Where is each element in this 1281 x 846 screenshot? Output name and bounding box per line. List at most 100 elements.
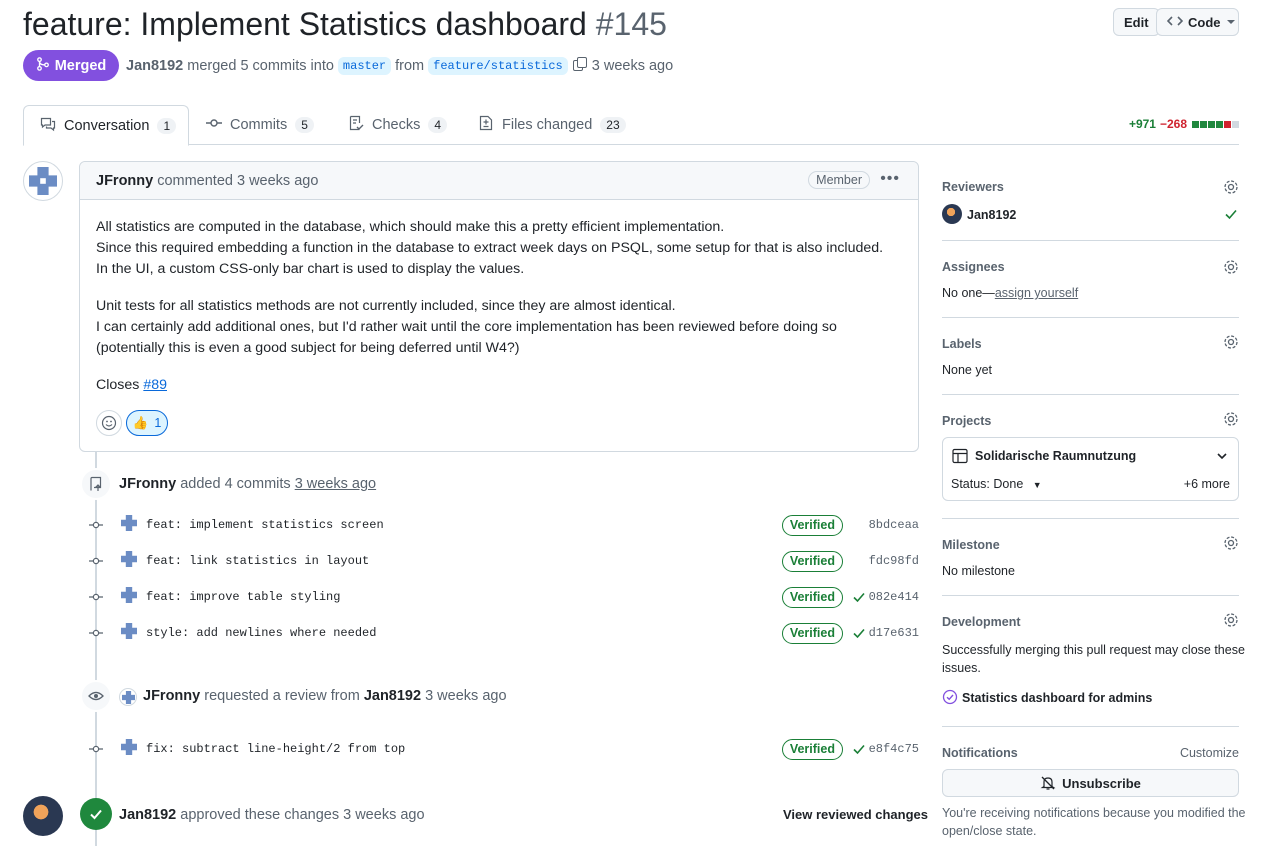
code-button[interactable]: Code	[1156, 8, 1239, 36]
comment-paragraph-2: Unit tests for all statistics methods ar…	[96, 296, 837, 359]
gear-icon[interactable]	[1223, 535, 1239, 551]
event-author[interactable]: JFronny	[143, 688, 200, 704]
commit-row[interactable]: fix: subtract line-height/2 from top Veri…	[86, 737, 919, 761]
comment-line: (potentially this is even a good subject…	[96, 340, 520, 356]
event-author[interactable]: JFronny	[119, 476, 176, 492]
unsubscribe-label: Unsubscribe	[1062, 775, 1141, 791]
comment-line: Since this required embedding a function…	[96, 240, 884, 256]
commit-sha[interactable]: d17e631	[869, 626, 919, 640]
chevron-down-icon[interactable]	[1216, 450, 1228, 462]
avatar-jan8192[interactable]	[23, 796, 63, 836]
edit-button[interactable]: Edit	[1113, 8, 1160, 36]
commit-sha[interactable]: 8bdceaa	[869, 518, 919, 532]
edit-button-label: Edit	[1124, 14, 1149, 30]
avatar-jfronny[interactable]	[23, 161, 63, 201]
gear-icon[interactable]	[1223, 334, 1239, 350]
git-merge-icon	[36, 56, 50, 75]
project-more-link[interactable]: +6 more	[1184, 477, 1230, 491]
event-author[interactable]: Jan8192	[119, 807, 176, 823]
avatar-jfronny-small[interactable]	[119, 688, 137, 706]
gear-icon[interactable]	[1223, 179, 1239, 195]
comment-author[interactable]: JFronny	[96, 173, 153, 189]
gear-icon[interactable]	[1223, 259, 1239, 275]
commit-author-avatar[interactable]	[121, 551, 137, 567]
tab-commits-count: 5	[295, 117, 314, 133]
eye-icon	[80, 680, 112, 712]
commit-message[interactable]: fix: subtract line-height/2 from top	[146, 742, 405, 756]
project-card[interactable]: Solidarische Raumnutzung Status: Done ▼ …	[942, 437, 1239, 501]
commit-author-avatar[interactable]	[121, 587, 137, 603]
tab-commits-label: Commits	[230, 117, 288, 133]
milestone-title[interactable]: Milestone	[942, 538, 1000, 552]
commit-sha[interactable]: 082e414	[869, 590, 919, 604]
reviewer-name[interactable]: Jan8192	[967, 208, 1016, 222]
commit-author-avatar[interactable]	[121, 623, 137, 639]
copy-icon[interactable]	[572, 56, 588, 76]
gear-icon[interactable]	[1223, 411, 1239, 427]
assignees-title[interactable]: Assignees	[942, 260, 1005, 274]
merger-link[interactable]: Jan8192	[126, 58, 183, 74]
development-title[interactable]: Development	[942, 615, 1021, 629]
verified-badge[interactable]: Verified	[781, 739, 843, 760]
from-text: from	[395, 58, 425, 74]
tab-conversation[interactable]: Conversation 1	[23, 105, 189, 146]
thumbs-up-reaction[interactable]: 👍 1	[126, 410, 168, 436]
linked-issue-link[interactable]: Statistics dashboard for admins	[962, 691, 1152, 705]
labels-title[interactable]: Labels	[942, 337, 982, 351]
gear-icon[interactable]	[1223, 612, 1239, 628]
verified-badge[interactable]: Verified	[781, 587, 843, 608]
commit-sha[interactable]: fdc98fd	[869, 554, 919, 568]
add-reaction-button[interactable]	[96, 410, 122, 436]
check-icon[interactable]	[851, 589, 867, 605]
commit-row[interactable]: feat: implement statistics screen Verifie…	[86, 513, 919, 537]
event-time-link[interactable]: 3 weeks ago	[295, 476, 376, 492]
sidebar-labels: Labels None yet	[942, 318, 1239, 395]
customize-link[interactable]: Customize	[1180, 746, 1239, 760]
sidebar-assignees: Assignees No one—assign yourself	[942, 241, 1239, 318]
commit-message[interactable]: feat: implement statistics screen	[146, 518, 384, 532]
sidebar-development: Development Successfully merging this pu…	[942, 596, 1245, 727]
commit-sha[interactable]: e8f4c75	[869, 742, 919, 756]
projects-title[interactable]: Projects	[942, 414, 991, 428]
unsubscribe-button[interactable]: Unsubscribe	[942, 769, 1239, 797]
tab-commits[interactable]: Commits 5	[190, 105, 330, 145]
verified-badge[interactable]: Verified	[781, 551, 843, 572]
merge-time: 3 weeks ago	[591, 58, 674, 74]
commit-message[interactable]: style: add newlines where needed	[146, 626, 376, 640]
commit-row[interactable]: feat: link statistics in layout Verified f…	[86, 549, 919, 573]
code-button-label: Code	[1188, 14, 1221, 30]
check-icon[interactable]	[851, 625, 867, 641]
commit-row[interactable]: style: add newlines where needed Verified…	[86, 621, 919, 645]
commit-message[interactable]: feat: link statistics in layout	[146, 554, 369, 568]
commit-row[interactable]: feat: improve table styling Verified 082e4…	[86, 585, 919, 609]
view-reviewed-changes-button[interactable]: View reviewed changes	[783, 807, 928, 822]
check-icon[interactable]	[851, 741, 867, 757]
verified-badge[interactable]: Verified	[781, 623, 843, 644]
pr-title-text: feature: Implement Statistics dashboard	[23, 6, 587, 42]
notifications-note-line: You're receiving notifications because y…	[942, 806, 1246, 820]
avatar-jan8192-small[interactable]	[942, 204, 962, 224]
commit-author-avatar[interactable]	[121, 515, 137, 531]
comment-line: All statistics are computed in the datab…	[96, 219, 725, 235]
commit-message[interactable]: feat: improve table styling	[146, 590, 340, 604]
comment-line: I can certainly add additional ones, but…	[96, 319, 837, 335]
project-status-label: Status: Done	[951, 477, 1024, 491]
commit-author-avatar[interactable]	[121, 739, 137, 755]
smiley-icon	[101, 415, 117, 431]
verified-badge[interactable]: Verified	[781, 515, 843, 536]
check-icon	[80, 798, 112, 830]
code-icon	[1166, 13, 1184, 32]
closes-issue-link[interactable]: #89	[143, 377, 167, 393]
tab-files-changed[interactable]: Files changed 23	[462, 105, 642, 145]
event-reviewer[interactable]: Jan8192	[364, 688, 421, 704]
head-branch[interactable]: feature/statistics	[428, 57, 568, 75]
project-name[interactable]: Solidarische Raumnutzung	[975, 449, 1136, 463]
caret-down-icon: ▼	[1032, 480, 1042, 490]
reviewers-title[interactable]: Reviewers	[942, 180, 1004, 194]
notifications-title: Notifications	[942, 746, 1018, 760]
tab-checks[interactable]: Checks 4	[332, 105, 463, 145]
assign-yourself-link[interactable]: assign yourself	[995, 286, 1078, 300]
kebab-menu-icon[interactable]: •••	[880, 170, 900, 188]
project-status[interactable]: Status: Done ▼	[951, 477, 1042, 491]
base-branch[interactable]: master	[337, 57, 392, 75]
